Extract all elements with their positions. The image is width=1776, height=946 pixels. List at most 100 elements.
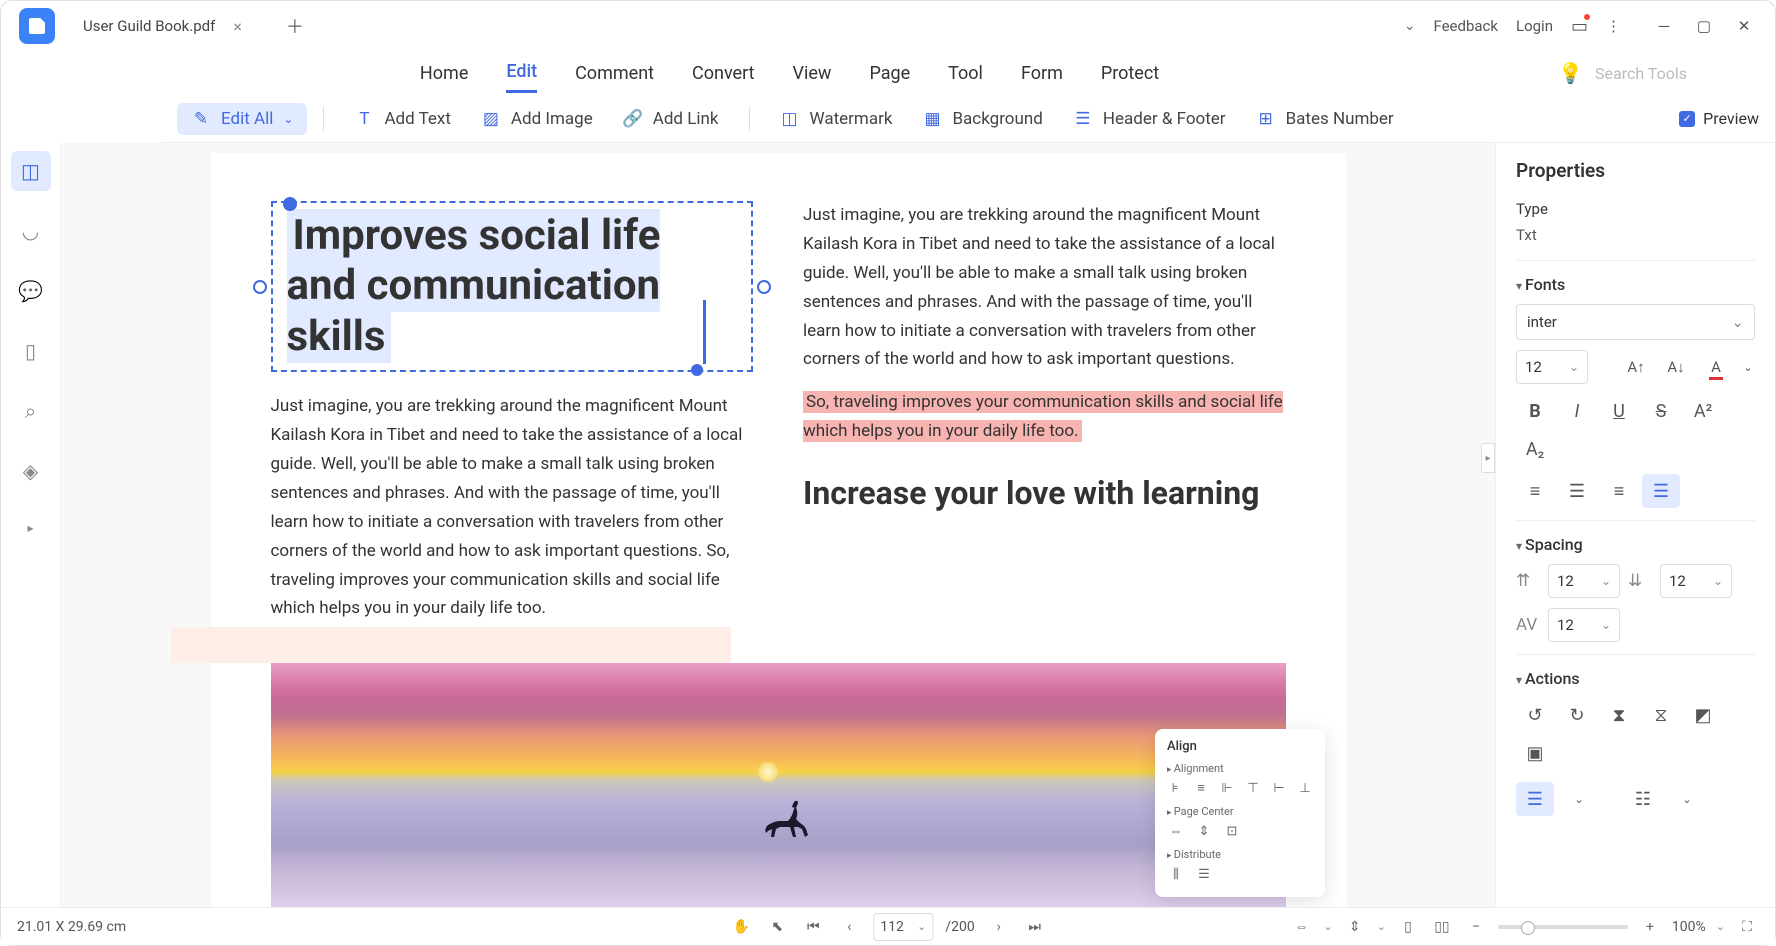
search-tools-input[interactable]: Search Tools	[1595, 64, 1755, 83]
center-h-icon[interactable]: ⇔	[1167, 822, 1185, 840]
menu-home[interactable]: Home	[420, 55, 468, 92]
maximize-button[interactable]: ▢	[1689, 11, 1719, 41]
rotate-right-icon[interactable]: ↻	[1558, 698, 1596, 732]
two-page-icon[interactable]: ▯▯	[1430, 915, 1454, 939]
menu-edit[interactable]: Edit	[506, 53, 537, 93]
menu-page[interactable]: Page	[869, 55, 910, 92]
distribute-h-icon[interactable]: ⫼	[1167, 865, 1185, 883]
align-top-icon[interactable]: ⊤	[1245, 779, 1261, 797]
select-tool-icon[interactable]: ⬉	[765, 915, 789, 939]
extract-icon[interactable]: ▣	[1516, 736, 1554, 770]
selected-text-box[interactable]: Improves social life and communication s…	[271, 201, 754, 372]
resize-handle-br[interactable]	[691, 364, 703, 376]
align-center-h-icon[interactable]: ≡	[1193, 779, 1209, 797]
distribute-section[interactable]: Distribute	[1167, 848, 1313, 861]
list-style-2-icon[interactable]: ☷	[1624, 782, 1662, 816]
align-right-text-icon[interactable]: ≡	[1600, 474, 1638, 508]
decrease-font-icon[interactable]: A↓	[1661, 350, 1691, 384]
login-link[interactable]: Login	[1516, 17, 1553, 35]
heading-2[interactable]: Increase your love with learning	[803, 474, 1286, 512]
menu-comment[interactable]: Comment	[575, 55, 654, 92]
attachments-icon[interactable]: ▯	[11, 331, 51, 371]
page-number-input[interactable]: 112⌄	[873, 913, 933, 941]
resize-handle-l[interactable]	[253, 280, 267, 294]
align-bottom-icon[interactable]: ⊥	[1297, 779, 1313, 797]
paragraph-right[interactable]: Just imagine, you are trekking around th…	[803, 201, 1286, 374]
document-tab[interactable]: User Guild Book.pdf ×	[65, 7, 260, 45]
menu-view[interactable]: View	[793, 55, 832, 92]
bookmark-icon[interactable]: ◡	[11, 211, 51, 251]
fonts-section[interactable]: Fonts	[1516, 275, 1755, 294]
bates-number-button[interactable]: ⊞Bates Number	[1242, 103, 1408, 135]
first-page-icon[interactable]: ⏮	[801, 915, 825, 939]
rotate-left-icon[interactable]: ↺	[1516, 698, 1554, 732]
paragraph-left[interactable]: Just imagine, you are trekking around th…	[271, 392, 754, 623]
search-icon[interactable]: ⌕	[11, 391, 51, 431]
add-link-button[interactable]: 🔗Add Link	[609, 103, 733, 135]
zoom-in-icon[interactable]: +	[1638, 915, 1662, 939]
strikethrough-icon[interactable]: S	[1642, 394, 1680, 428]
prev-page-icon[interactable]: ‹	[837, 915, 861, 939]
last-page-icon[interactable]: ⏭	[1023, 915, 1047, 939]
feedback-link[interactable]: Feedback	[1433, 17, 1498, 35]
single-page-icon[interactable]: ▯	[1396, 915, 1420, 939]
fit-width-icon[interactable]: ⇔	[1289, 915, 1313, 939]
watermark-button[interactable]: ◫Watermark	[766, 103, 907, 135]
font-size-input[interactable]: 12	[1516, 350, 1588, 384]
new-tab-button[interactable]: ＋	[280, 11, 310, 41]
zoom-out-icon[interactable]: −	[1464, 915, 1488, 939]
crop-icon[interactable]: ◩	[1684, 698, 1722, 732]
center-both-icon[interactable]: ⊡	[1223, 822, 1241, 840]
center-v-icon[interactable]: ⇕	[1195, 822, 1213, 840]
menu-form[interactable]: Form	[1021, 55, 1063, 92]
layers-icon[interactable]: ◈	[11, 451, 51, 491]
beach-sunset-image[interactable]	[271, 663, 1286, 907]
close-tab-icon[interactable]: ×	[233, 17, 242, 36]
zoom-slider[interactable]	[1498, 925, 1628, 929]
collapse-properties-icon[interactable]: ▸	[1481, 443, 1495, 473]
menu-protect[interactable]: Protect	[1101, 55, 1159, 92]
flip-h-icon[interactable]: ⧗	[1600, 698, 1638, 732]
align-right-icon[interactable]: ⊩	[1219, 779, 1235, 797]
align-center-text-icon[interactable]: ☰	[1558, 474, 1596, 508]
list-chevron-1[interactable]: ⌄	[1564, 782, 1594, 816]
spacing-after-input[interactable]: 12	[1660, 564, 1732, 598]
distribute-v-icon[interactable]: ☰	[1195, 865, 1213, 883]
add-image-button[interactable]: ▨Add Image	[467, 103, 607, 135]
font-family-select[interactable]: inter	[1516, 304, 1755, 340]
align-middle-icon[interactable]: ⊢	[1271, 779, 1287, 797]
kebab-menu-icon[interactable]: ⋮	[1606, 17, 1621, 35]
align-left-text-icon[interactable]: ≡	[1516, 474, 1554, 508]
background-button[interactable]: ▦Background	[908, 103, 1056, 135]
edit-all-button[interactable]: ✎ Edit All ⌄	[177, 103, 307, 135]
list-style-1-icon[interactable]: ☰	[1516, 782, 1554, 816]
notification-icon[interactable]: ▭	[1571, 16, 1588, 37]
hand-tool-icon[interactable]: ✋	[729, 915, 753, 939]
increase-font-icon[interactable]: A↑	[1621, 350, 1651, 384]
flip-v-icon[interactable]: ⧖	[1642, 698, 1680, 732]
list-chevron-2[interactable]: ⌄	[1672, 782, 1702, 816]
minimize-button[interactable]: ─	[1649, 11, 1679, 41]
tips-icon[interactable]: 💡	[1558, 61, 1583, 85]
dropdown-icon[interactable]: ⌄	[1404, 18, 1416, 34]
italic-icon[interactable]: I	[1558, 394, 1596, 428]
menu-tool[interactable]: Tool	[948, 55, 983, 92]
comments-icon[interactable]: 💬	[11, 271, 51, 311]
add-text-button[interactable]: TAdd Text	[340, 103, 464, 135]
resize-handle-r[interactable]	[757, 280, 771, 294]
font-color-icon[interactable]: A	[1701, 350, 1731, 384]
color-chevron-icon[interactable]: ⌄	[1741, 350, 1755, 384]
spacing-section[interactable]: Spacing	[1516, 535, 1755, 554]
header-footer-button[interactable]: ☰Header & Footer	[1059, 103, 1240, 135]
fit-page-icon[interactable]: ⇕	[1343, 915, 1367, 939]
resize-handle-tl[interactable]	[283, 197, 297, 211]
thumbnails-icon[interactable]: ◫	[11, 151, 51, 191]
char-spacing-input[interactable]: 12	[1548, 608, 1620, 642]
next-page-icon[interactable]: ›	[987, 915, 1011, 939]
heading-text[interactable]: Improves social life and communication s…	[287, 209, 661, 363]
preview-checkbox[interactable]: ✓	[1679, 111, 1695, 127]
bold-icon[interactable]: B	[1516, 394, 1554, 428]
page-center-section[interactable]: Page Center	[1167, 805, 1313, 818]
expand-sidebar-icon[interactable]: ▸	[27, 521, 33, 535]
fullscreen-icon[interactable]: ⛶	[1735, 915, 1759, 939]
